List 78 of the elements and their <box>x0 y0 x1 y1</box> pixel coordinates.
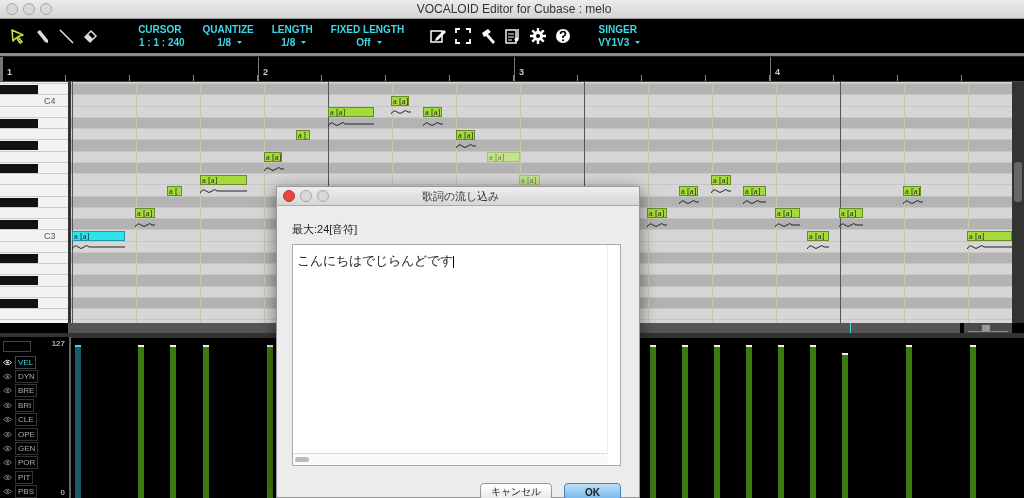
note-block[interactable]: a [a] <box>487 152 520 163</box>
note-block[interactable]: a [a] <box>264 152 282 163</box>
setting-value: 1 : 1 : 240 <box>138 36 185 49</box>
note-block[interactable]: a [ <box>167 185 182 196</box>
note-block[interactable]: a [a] <box>743 185 766 196</box>
note-block[interactable]: a [a] <box>423 107 442 118</box>
help-icon[interactable] <box>554 27 573 45</box>
setting-label: LENGTH <box>271 23 313 36</box>
parameter-tab[interactable]: PIT <box>15 470 34 484</box>
zoom-slider[interactable] <box>968 324 1008 332</box>
parameter-tab[interactable]: POR <box>15 456 39 470</box>
measure-number: 2 <box>263 67 268 77</box>
note-block[interactable]: a [a] <box>328 107 374 118</box>
setting-label: CURSOR <box>138 23 182 36</box>
vertical-scrollbar[interactable] <box>1012 82 1024 323</box>
caret-icon <box>634 40 642 45</box>
setting-label: QUANTIZE <box>202 23 254 36</box>
sharp-key[interactable] <box>0 197 38 207</box>
dropdown[interactable]: 1/8 <box>213 36 244 49</box>
parameter-tab[interactable]: VEL <box>15 355 37 369</box>
setting-label: SINGER <box>598 23 637 36</box>
note-block[interactable]: a [a] <box>679 185 698 196</box>
note-block[interactable]: a [a] <box>807 230 829 241</box>
note-block[interactable]: a [a] <box>135 208 155 219</box>
line-icon[interactable] <box>57 26 76 46</box>
sharp-key[interactable] <box>0 298 38 308</box>
piano-keyboard[interactable]: C4 C3 <box>0 82 71 323</box>
ok-button[interactable]: OK <box>564 483 621 498</box>
measure-number: 1 <box>7 67 12 77</box>
caret-icon <box>300 40 308 45</box>
fullscreen-icon[interactable] <box>454 27 473 45</box>
sharp-key[interactable] <box>0 253 38 263</box>
hammer-icon[interactable] <box>479 27 498 45</box>
parameter-tab[interactable]: OPE <box>15 427 38 441</box>
dropdown[interactable]: 1/8 <box>277 36 308 49</box>
sharp-key[interactable] <box>0 118 38 128</box>
note-block[interactable]: a [a] <box>903 185 921 196</box>
note-block[interactable]: a [a] <box>967 230 1012 241</box>
parameter-tab[interactable]: DYN <box>15 370 38 383</box>
parameter-tab[interactable]: GEN <box>15 442 39 456</box>
note-block[interactable]: a [a] <box>200 174 247 185</box>
sharp-key[interactable] <box>0 163 38 173</box>
window-title: VOCALOID Editor for Cubase : melo <box>415 2 613 16</box>
parameter-tab[interactable]: CLE <box>15 413 37 427</box>
caret-icon <box>375 40 383 45</box>
settings-icon[interactable] <box>529 27 548 45</box>
note-block[interactable]: a [a] <box>456 129 475 140</box>
key-label: C3 <box>44 231 56 242</box>
note-block[interactable]: a [a] <box>775 208 800 219</box>
parameter-tab[interactable]: PBS <box>15 485 37 498</box>
note-block[interactable]: a [a] <box>711 174 731 185</box>
note-block[interactable]: a [a] <box>391 95 409 106</box>
lyrics-text-area[interactable]: こんにちはでじらんどです <box>292 244 621 466</box>
axis-max-label: 127 <box>51 339 65 348</box>
note-block[interactable]: a [a] <box>647 208 667 219</box>
setting-label: FIXED LENGTH <box>330 23 405 36</box>
edit-icon[interactable] <box>429 27 448 45</box>
sharp-key[interactable] <box>0 85 38 95</box>
caret-icon <box>236 40 244 45</box>
measure-number: 3 <box>519 67 524 77</box>
dropdown[interactable]: Off <box>352 36 383 49</box>
dialog-title: 歌詞の流し込み <box>420 188 500 204</box>
axis-min-label: 0 <box>60 488 65 497</box>
dropdown[interactable]: VY1V3 <box>594 36 642 49</box>
sharp-key[interactable] <box>0 141 38 151</box>
note-block[interactable]: a [a] <box>72 230 125 241</box>
limit-label: 最大:24[音符] <box>292 222 359 237</box>
close-button[interactable] <box>283 190 295 202</box>
note-block[interactable]: a [ <box>296 129 310 140</box>
parameter-field[interactable] <box>3 341 31 352</box>
parameter-tab[interactable]: BRE <box>15 384 38 398</box>
sharp-key[interactable] <box>0 276 38 286</box>
key-label: C4 <box>44 96 56 107</box>
cancel-button[interactable]: キャンセル <box>480 483 552 498</box>
note-block[interactable]: a [a] <box>839 208 863 219</box>
parameter-tab[interactable]: BRI <box>15 398 35 412</box>
sharp-key[interactable] <box>0 220 38 230</box>
measure-number: 4 <box>775 67 780 77</box>
